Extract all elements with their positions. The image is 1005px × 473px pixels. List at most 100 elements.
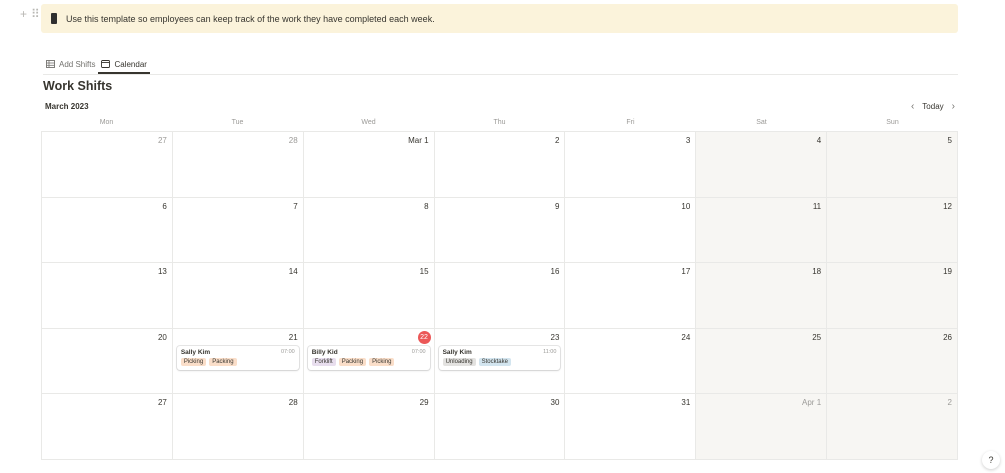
date-number: 6: [162, 201, 167, 211]
calendar-nav: ‹ Today ›: [911, 101, 955, 112]
calendar-day-cell[interactable]: 14: [172, 263, 304, 329]
calendar-day-cell[interactable]: 25: [696, 328, 828, 395]
date-number: Mar 1: [408, 136, 429, 145]
weekday-header: Mon Tue Wed Thu Fri Sat Sun: [41, 119, 958, 126]
callout-text: Use this template so employees can keep …: [66, 13, 435, 24]
shift-tag: Picking: [180, 357, 207, 366]
date-number: 2: [947, 398, 952, 408]
calendar-day-cell[interactable]: 3: [565, 132, 697, 198]
shift-card[interactable]: Sally Kim 07:00 Picking Packing: [176, 345, 299, 370]
shift-tag: Packing: [209, 357, 237, 366]
calendar-day-cell[interactable]: 21 Sally Kim 07:00 Picking Packing: [172, 328, 304, 395]
calendar-day-cell[interactable]: 19: [827, 263, 958, 329]
date-number: 15: [419, 267, 429, 277]
date-number: 27: [157, 136, 167, 145]
shift-time: 07:00: [280, 349, 295, 356]
calendar-day-cell[interactable]: 11: [696, 197, 828, 264]
calendar-day-cell[interactable]: Mar 1: [303, 132, 435, 198]
calendar-day-cell[interactable]: 31: [565, 394, 697, 460]
today-button[interactable]: Today: [922, 102, 943, 111]
calendar-icon: [101, 60, 111, 68]
calendar-day-cell[interactable]: 5: [827, 132, 958, 198]
calendar-day-cell[interactable]: 10: [565, 197, 697, 264]
callout: Use this template so employees can keep …: [41, 4, 958, 33]
calendar-day-cell[interactable]: 7: [172, 197, 304, 264]
date-number: 24: [681, 332, 691, 342]
view-tabs: Add Shifts Calendar: [43, 56, 958, 75]
calendar-day-cell[interactable]: 24: [565, 328, 697, 395]
weekday-tue: Tue: [231, 119, 244, 126]
calendar-day-cell[interactable]: 16: [434, 263, 566, 329]
shift-card[interactable]: Billy Kid 07:00 Forklift Packing Picking: [307, 345, 430, 370]
shift-employee-name: Sally Kim: [180, 348, 211, 356]
date-number: 7: [293, 201, 298, 211]
date-number: 13: [157, 267, 167, 277]
date-number: 14: [288, 267, 298, 277]
tab-label: Calendar: [114, 59, 147, 69]
date-number: 9: [554, 201, 560, 211]
calendar-day-cell[interactable]: 12: [827, 197, 958, 264]
calendar-day-cell[interactable]: 2: [827, 394, 958, 460]
calendar-day-cell[interactable]: 17: [565, 263, 697, 329]
calendar-day-cell[interactable]: 18: [696, 263, 828, 329]
date-number: 12: [943, 201, 952, 211]
tab-label: Add Shifts: [59, 59, 96, 69]
calendar-day-cell[interactable]: 15: [303, 263, 435, 329]
calendar-day-cell[interactable]: 27: [42, 394, 173, 460]
calendar-day-cell[interactable]: 8: [303, 197, 435, 264]
date-number: 20: [157, 332, 167, 342]
help-button[interactable]: ?: [982, 451, 1000, 469]
calendar-day-cell[interactable]: 29: [303, 394, 435, 460]
tab-add-shifts[interactable]: Add Shifts: [43, 56, 98, 72]
calendar-day-cell[interactable]: Apr 1: [696, 394, 828, 460]
date-number: 18: [812, 267, 822, 277]
weekday-wed: Wed: [361, 119, 376, 126]
date-number: 16: [550, 267, 560, 277]
date-number: 27: [157, 398, 167, 408]
shift-tag: Unloading: [442, 357, 476, 366]
date-number: 26: [943, 332, 952, 342]
calendar-day-cell[interactable]: 30: [434, 394, 566, 460]
calendar-day-cell[interactable]: 28: [172, 132, 304, 198]
shift-tag: Packing: [338, 357, 367, 366]
plus-icon[interactable]: +: [20, 7, 27, 21]
month-label: March 2023: [45, 102, 89, 111]
tab-calendar[interactable]: Calendar: [98, 56, 150, 74]
date-number: 2: [554, 136, 560, 145]
date-number: 4: [816, 136, 822, 145]
calendar-day-cell[interactable]: 28: [172, 394, 304, 460]
shift-time: 07:00: [411, 349, 426, 356]
block-handle[interactable]: + ⠿: [20, 7, 40, 21]
calendar-day-cell[interactable]: 6: [42, 197, 173, 264]
calendar-day-cell[interactable]: 2: [434, 132, 566, 198]
date-number: 23: [550, 332, 560, 342]
date-number: 29: [419, 398, 429, 408]
calendar-day-cell[interactable]: 23 Sally Kim 11:00 Unloading Stocktake: [434, 328, 566, 395]
chevron-right-icon[interactable]: ›: [952, 101, 955, 112]
calendar-day-cell[interactable]: 20: [42, 328, 173, 395]
date-number: 31: [681, 398, 691, 408]
drag-handle-icon[interactable]: ⠿: [31, 7, 40, 21]
date-number: 19: [943, 267, 952, 277]
table-icon: [46, 60, 55, 68]
calendar-day-cell[interactable]: 9: [434, 197, 566, 264]
today-date-number: 22: [417, 330, 431, 344]
date-number: 3: [685, 136, 691, 145]
calendar-day-cell[interactable]: 26: [827, 328, 958, 395]
page-title: Work Shifts: [43, 79, 113, 93]
date-number: Apr 1: [802, 398, 822, 408]
shift-card[interactable]: Sally Kim 11:00 Unloading Stocktake: [438, 345, 561, 370]
calendar-day-cell[interactable]: 13: [42, 263, 173, 329]
phone-icon: [51, 13, 57, 24]
date-number: 25: [812, 332, 822, 342]
date-number: 5: [947, 136, 952, 145]
chevron-left-icon[interactable]: ‹: [911, 101, 914, 112]
shift-time: 11:00: [543, 349, 557, 356]
date-number: 17: [681, 267, 691, 277]
calendar-day-cell[interactable]: 4: [696, 132, 828, 198]
weekday-thu: Thu: [493, 119, 506, 126]
calendar-day-cell[interactable]: 27: [42, 132, 173, 198]
weekday-sat: Sat: [756, 119, 767, 126]
calendar-day-cell[interactable]: 22 Billy Kid 07:00 Forklift Packing Picking: [303, 328, 435, 395]
shift-tag: Stocktake: [478, 357, 511, 366]
